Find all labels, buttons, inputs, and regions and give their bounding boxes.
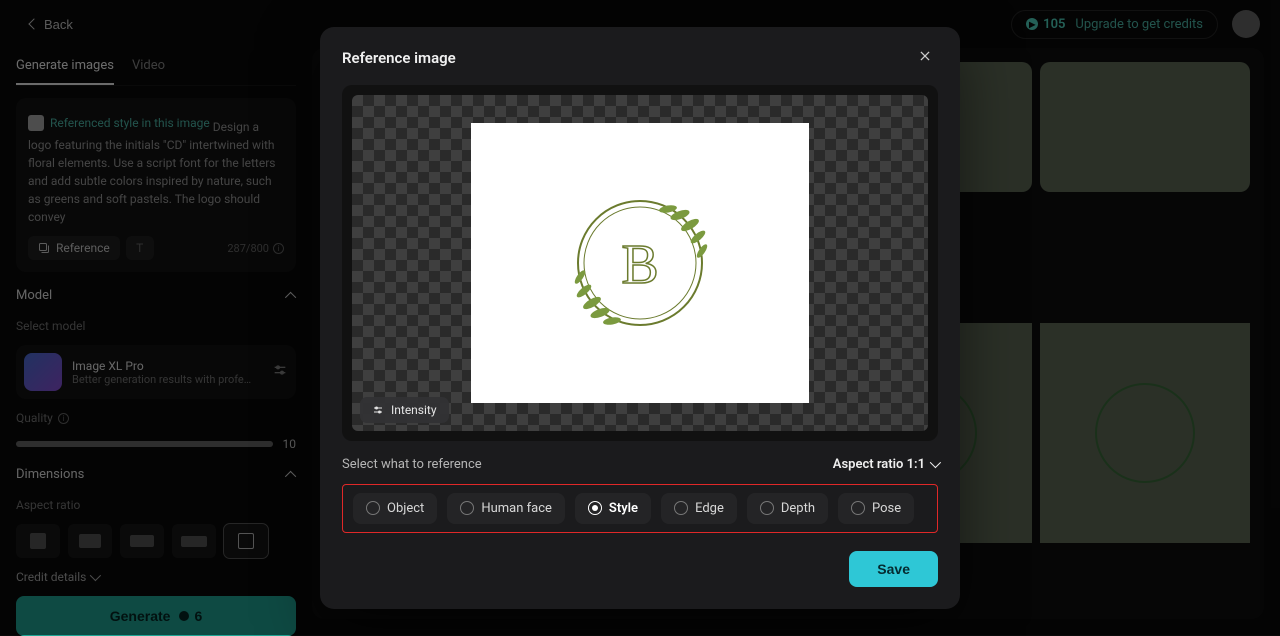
reference-preview-image: B xyxy=(471,123,809,403)
ref-option-pose[interactable]: Pose xyxy=(838,493,914,524)
radio-icon xyxy=(366,501,380,515)
radio-icon xyxy=(460,501,474,515)
close-button[interactable] xyxy=(912,45,938,71)
ref-option-depth[interactable]: Depth xyxy=(747,493,828,524)
select-what-label: Select what to reference xyxy=(342,457,482,472)
modal-title: Reference image xyxy=(342,49,456,67)
aspect-ratio-select[interactable]: Aspect ratio 1:1 xyxy=(833,457,938,472)
close-icon xyxy=(918,49,932,63)
ref-option-edge[interactable]: Edge xyxy=(661,493,737,524)
sliders-icon xyxy=(372,404,384,416)
checker-stage: B xyxy=(352,95,928,431)
reference-options: Object Human face Style Edge Depth Pose xyxy=(342,484,938,533)
radio-icon xyxy=(674,501,688,515)
ref-option-object[interactable]: Object xyxy=(353,493,437,524)
radio-icon xyxy=(760,501,774,515)
reference-image-modal: Reference image B xyxy=(320,27,960,609)
radio-icon xyxy=(588,501,602,515)
save-button[interactable]: Save xyxy=(849,551,938,587)
ref-option-style[interactable]: Style xyxy=(575,493,651,524)
intensity-button[interactable]: Intensity xyxy=(360,397,449,423)
logo-b-wreath: B xyxy=(540,163,740,363)
radio-icon xyxy=(851,501,865,515)
modal-overlay[interactable]: Reference image B xyxy=(0,0,1280,635)
chevron-down-icon xyxy=(930,457,941,468)
svg-text:B: B xyxy=(621,234,658,296)
preview-box: B xyxy=(342,85,938,441)
ref-option-human-face[interactable]: Human face xyxy=(447,493,565,524)
